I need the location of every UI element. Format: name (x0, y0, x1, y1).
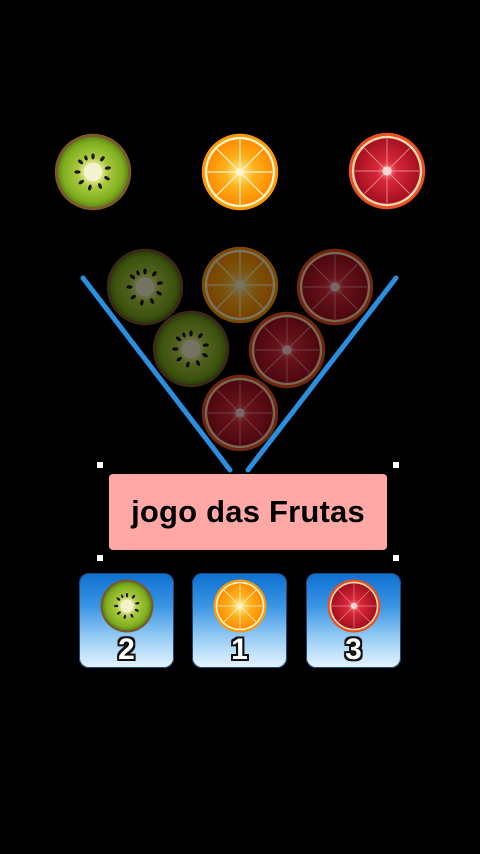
orange-icon (201, 133, 279, 211)
selection-handle[interactable] (393, 555, 399, 561)
kiwi-icon (100, 579, 154, 633)
selection-handle[interactable] (97, 462, 103, 468)
card-number: 2 (118, 633, 135, 666)
blood-orange-icon (327, 579, 381, 633)
title-label-text: jogo das Frutas (131, 494, 365, 529)
orange-slice-graphic (201, 133, 279, 211)
title-label-box[interactable]: jogo das Frutas (109, 474, 387, 550)
card-number: 3 (345, 633, 362, 666)
stack-blood-orange-icon (201, 374, 279, 452)
blood-orange-icon (348, 132, 426, 210)
answer-card-kiwi[interactable]: 2 (79, 573, 174, 668)
kiwi-slice-graphic (54, 133, 132, 211)
answer-card-orange[interactable]: 1 (192, 573, 287, 668)
selection-handle[interactable] (393, 462, 399, 468)
selection-handle[interactable] (97, 555, 103, 561)
kiwi-icon (54, 133, 132, 211)
card-number: 1 (231, 633, 248, 666)
answer-card-blood-orange[interactable]: 3 (306, 573, 401, 668)
orange-icon (213, 579, 267, 633)
blood-orange-slice-graphic (348, 132, 426, 210)
